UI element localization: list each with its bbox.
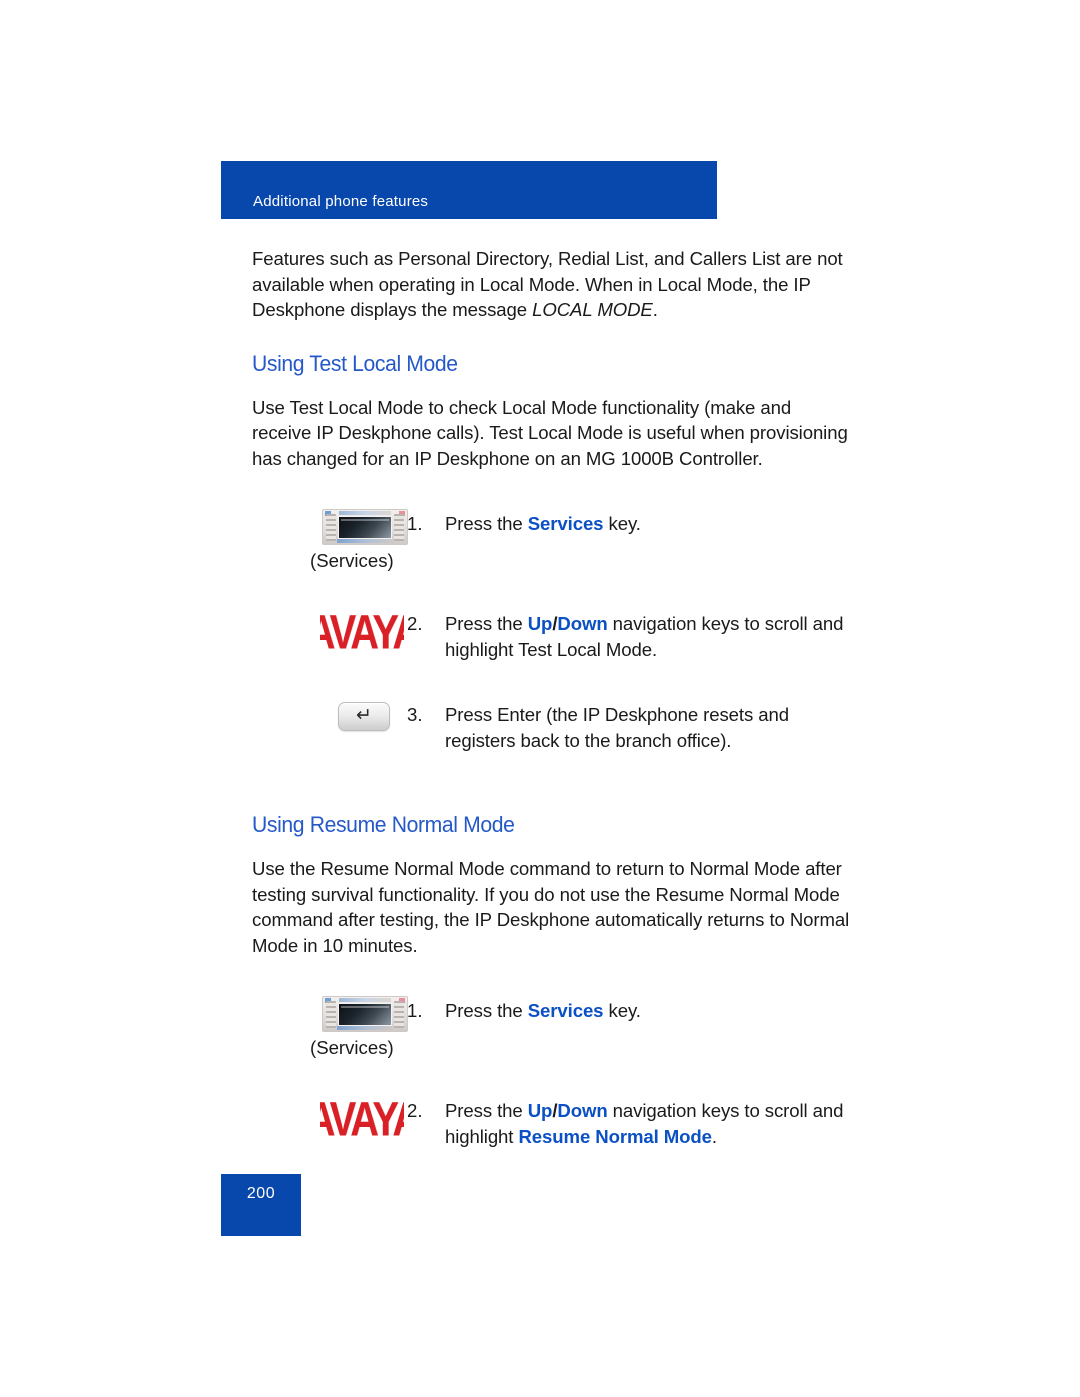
- enter-arrow-glyph: ↵: [356, 705, 372, 726]
- avaya-wordmark: AVAYA: [320, 1091, 404, 1146]
- services-icon-screen: [338, 1003, 392, 1026]
- figure-caption: (Services): [310, 1037, 394, 1058]
- step-body: 1. Press the Services key.: [407, 509, 852, 537]
- step-text-part1: Press the: [445, 1100, 528, 1121]
- intro-paragraph: Features such as Personal Directory, Red…: [252, 246, 852, 323]
- intro-italic-term: LOCAL MODE: [532, 299, 653, 320]
- services-icon-screen: [338, 516, 392, 539]
- step-item: (Services) 1. Press the Services key.: [252, 509, 852, 601]
- step-text-part3: .: [711, 1125, 717, 1147]
- step-figure: AVAYA: [252, 1088, 407, 1150]
- services-icon-left-keys: [326, 1001, 336, 1028]
- header-banner-title: Additional phone features: [253, 193, 429, 210]
- step-keyword-down: Down: [557, 1100, 608, 1121]
- step-text: Press Enter (the IP Deskphone resets and…: [445, 704, 789, 751]
- content-column: Features such as Personal Directory, Red…: [252, 246, 852, 1189]
- step-text: Press the Services key.: [445, 998, 641, 1024]
- enter-key-icon: ↵: [338, 702, 390, 731]
- document-page: Additional phone features Features such …: [0, 0, 1080, 1397]
- step-item: ↵ 3. Press Enter (the IP Deskphone reset…: [252, 702, 852, 772]
- intro-text-after: .: [652, 299, 658, 320]
- section-paragraph-resume-normal-mode: Use the Resume Normal Mode command to re…: [252, 858, 850, 956]
- step-keyword-up: Up: [527, 613, 553, 634]
- step-text: Press the Up/Down navigation keys to scr…: [445, 1098, 852, 1149]
- services-icon-top-bar: [339, 511, 391, 515]
- section-paragraph-test-local-mode: Use Test Local Mode to check Local Mode …: [252, 396, 848, 469]
- step-figure: ↵: [252, 702, 407, 731]
- section-heading-resume-normal-mode: Using Resume Normal Mode: [252, 812, 515, 837]
- services-icon-bottom-bar: [337, 539, 393, 543]
- step-number: 1.: [407, 1000, 423, 1021]
- services-icon-bottom-bar: [337, 1026, 393, 1030]
- footer-page-block: 200: [221, 1174, 301, 1236]
- header-banner: Additional phone features: [221, 161, 717, 219]
- services-phone-icon: [322, 509, 408, 545]
- step-text: Press the Services key.: [445, 511, 641, 537]
- step-figure: (Services): [252, 996, 408, 1060]
- step-item: AVAYA 2. Press the Up/Down navigation ke…: [252, 1088, 852, 1189]
- step-body: 2. Press the Up/Down navigation keys to …: [407, 601, 852, 662]
- step-body: 1. Press the Services key.: [407, 996, 852, 1024]
- avaya-logo-icon: AVAYA: [320, 1088, 404, 1150]
- services-icon-right-keys: [394, 1001, 404, 1028]
- step-number: 2.: [407, 613, 423, 634]
- services-icon-left-keys: [326, 514, 336, 541]
- step-text: Press the Up/Down navigation keys to scr…: [445, 611, 852, 662]
- avaya-wordmark: AVAYA: [320, 604, 404, 659]
- step-text-part1: Press the: [445, 513, 528, 534]
- steps-list-test-local-mode: (Services) 1. Press the Services key. AV…: [252, 509, 852, 772]
- step-text-part2: key.: [603, 1000, 641, 1021]
- page-number: 200: [246, 1185, 276, 1202]
- step-figure: AVAYA: [252, 601, 407, 663]
- step-number: 1.: [407, 513, 423, 534]
- step-number: 3.: [407, 704, 423, 725]
- step-keyword-services: Services: [527, 1000, 604, 1021]
- steps-list-resume-normal-mode: (Services) 1. Press the Services key. AV…: [252, 996, 852, 1189]
- step-text-part1: Press the: [445, 613, 528, 634]
- step-number: 2.: [407, 1100, 423, 1121]
- step-text-part2: key.: [603, 513, 641, 534]
- step-body: 2. Press the Up/Down navigation keys to …: [407, 1088, 852, 1149]
- figure-caption: (Services): [310, 550, 394, 571]
- step-figure: (Services): [252, 509, 408, 573]
- services-icon-right-keys: [394, 514, 404, 541]
- step-keyword-services: Services: [527, 513, 604, 534]
- step-body: 3. Press Enter (the IP Deskphone resets …: [407, 702, 852, 753]
- section-heading-test-local-mode: Using Test Local Mode: [252, 350, 458, 376]
- step-text-part1: Press the: [445, 1000, 528, 1021]
- step-item: AVAYA 2. Press the Up/Down navigation ke…: [252, 601, 852, 702]
- avaya-logo-icon: AVAYA: [320, 601, 404, 663]
- step-keyword-resume-normal-mode: Resume Normal Mode: [518, 1125, 712, 1147]
- step-keyword-down: Down: [557, 613, 608, 634]
- step-keyword-up: Up: [527, 1100, 553, 1121]
- step-item: (Services) 1. Press the Services key.: [252, 996, 852, 1088]
- services-icon-top-bar: [339, 998, 391, 1002]
- services-phone-icon: [322, 996, 408, 1032]
